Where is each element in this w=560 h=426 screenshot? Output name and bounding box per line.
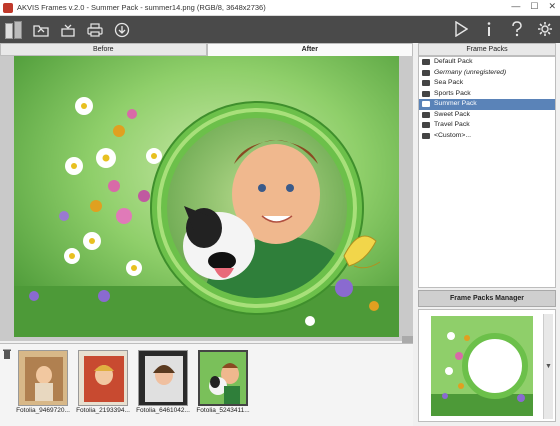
frame-packs-header: Frame Packs: [418, 43, 556, 56]
framed-photo: [14, 56, 399, 337]
image-canvas[interactable]: [0, 56, 413, 341]
maximize-button[interactable]: ☐: [530, 1, 538, 12]
thumbnail-image: [198, 350, 248, 406]
window-controls: — ☐ ✕: [511, 1, 556, 12]
folder-icon: [422, 122, 430, 129]
pack-item-summer[interactable]: Summer Pack: [419, 99, 555, 110]
share-icon[interactable]: [111, 19, 133, 41]
scroll-corner: [402, 336, 413, 343]
pack-item-travel[interactable]: Travel Pack: [419, 120, 555, 131]
pack-item-sports[interactable]: Sports Pack: [419, 89, 555, 100]
save-icon[interactable]: [57, 19, 79, 41]
thumbnail-caption: Fotolia_6461042...: [136, 407, 190, 414]
filmstrip: Fotolia_9469720... Fotolia_2193394... Fo…: [0, 343, 413, 426]
app-icon: [3, 2, 13, 13]
filmstrip-item[interactable]: Fotolia_5243411...: [194, 350, 252, 418]
view-tabs: Before After: [0, 43, 413, 56]
tab-before[interactable]: Before: [0, 43, 207, 56]
frame-preview-panel: ▼: [418, 309, 556, 422]
info-icon[interactable]: [478, 18, 500, 40]
preview-dropdown-arrow[interactable]: ▼: [543, 314, 553, 419]
run-icon[interactable]: [450, 18, 472, 40]
pack-item-sweet[interactable]: Sweet Pack: [419, 110, 555, 121]
thumbnail-image: [18, 350, 68, 406]
folder-icon: [422, 80, 430, 87]
folder-icon: [422, 59, 430, 66]
settings-icon[interactable]: [534, 18, 556, 40]
app-logo-icon: [3, 19, 25, 41]
title-bar: AKVIS Frames v.2.0 - Summer Pack - summe…: [0, 0, 560, 16]
filmstrip-item[interactable]: Fotolia_9469720...: [14, 350, 72, 418]
frame-packs-manager-button[interactable]: Frame Packs Manager: [418, 290, 556, 307]
trash-icon[interactable]: [3, 349, 11, 359]
folder-icon: [422, 69, 430, 76]
toolbar: [0, 16, 560, 43]
open-icon[interactable]: [30, 19, 52, 41]
thumbnail-caption: Fotolia_9469720...: [16, 407, 70, 414]
filmstrip-item[interactable]: Fotolia_6461042...: [134, 350, 192, 418]
pack-item-germany[interactable]: Germany (unregistered): [419, 68, 555, 79]
print-icon[interactable]: [84, 19, 106, 41]
help-icon[interactable]: [506, 18, 528, 40]
filmstrip-item[interactable]: Fotolia_2193394...: [74, 350, 132, 418]
pack-item-custom[interactable]: <Custom>...: [419, 131, 555, 142]
tab-after[interactable]: After: [206, 43, 413, 56]
frame-preview[interactable]: [431, 316, 533, 416]
window-title: AKVIS Frames v.2.0 - Summer Pack - summe…: [17, 3, 266, 12]
thumbnail-caption: Fotolia_2193394...: [76, 407, 130, 414]
pack-item-sea[interactable]: Sea Pack: [419, 78, 555, 89]
folder-icon: [422, 132, 430, 139]
minimize-button[interactable]: —: [511, 1, 520, 12]
thumbnail-image: [138, 350, 188, 406]
folder-icon: [422, 101, 430, 108]
close-button[interactable]: ✕: [548, 1, 556, 12]
thumbnail-caption: Fotolia_5243411...: [196, 407, 250, 414]
folder-icon: [422, 90, 430, 97]
frame-packs-list: Default Pack Germany (unregistered) Sea …: [418, 56, 556, 288]
folder-icon: [422, 111, 430, 118]
pack-item-default[interactable]: Default Pack: [419, 57, 555, 68]
thumbnail-image: [78, 350, 128, 406]
